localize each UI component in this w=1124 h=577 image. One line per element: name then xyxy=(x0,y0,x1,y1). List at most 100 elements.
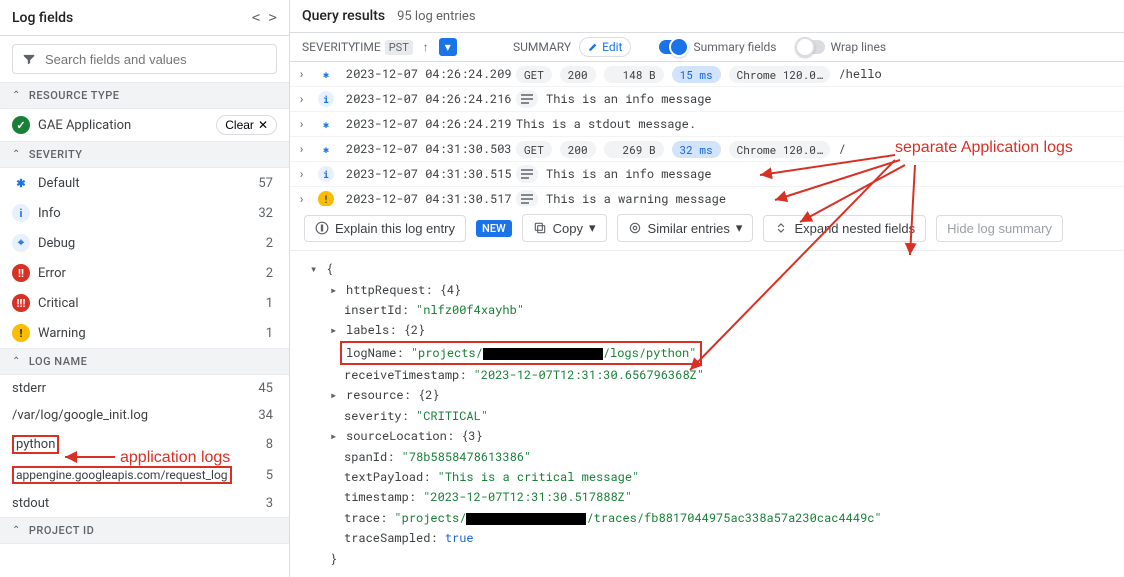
json-view: ▾{ ▸httpRequest: {4} insertId: "nlfz00f4… xyxy=(290,251,1124,577)
log-row[interactable]: ›i 2023-12-07 04:26:24.216 This is an info… xyxy=(290,87,1124,112)
similar-entries-button[interactable]: Similar entries ▾ xyxy=(617,214,754,242)
method-pill: GET xyxy=(516,66,552,83)
timezone-badge[interactable]: PST xyxy=(385,40,413,55)
resource-type-row[interactable]: ✓ GAE Application Clear✕ xyxy=(0,109,289,141)
expand-icon[interactable]: ▸ xyxy=(330,320,340,340)
page-title: Query results xyxy=(302,8,385,24)
expand-icon[interactable]: › xyxy=(298,66,318,82)
message-text: This is a warning message xyxy=(546,191,726,206)
summary: GET 200 148 B 15 ms Chrome 120.0… /hello xyxy=(516,66,1116,83)
summary: This is a stdout message. xyxy=(516,116,1116,132)
toggle-code-icon[interactable]: < > xyxy=(252,10,277,26)
expand-icon[interactable]: › xyxy=(298,191,318,206)
action-bar: Explain this log entry NEW Copy ▾ Simila… xyxy=(290,206,1124,251)
chevron-up-icon: ⌃ xyxy=(12,149,21,160)
col-time[interactable]: TIME PST ↑ ▾ xyxy=(353,38,513,56)
severity-default[interactable]: ✱Default 57 xyxy=(0,168,289,198)
size-pill: 269 B xyxy=(604,141,664,158)
copy-button[interactable]: Copy ▾ xyxy=(522,214,607,242)
summary: This is an info message xyxy=(516,90,1116,108)
text-icon xyxy=(516,190,538,206)
section-log-name[interactable]: ⌃ LOG NAME xyxy=(0,348,289,375)
logname-highlight: logName: "projects//logs/python" xyxy=(340,341,702,365)
edit-button[interactable]: Edit xyxy=(579,37,631,57)
expand-icon[interactable]: ▸ xyxy=(330,385,340,405)
severity-info[interactable]: iInfo 32 xyxy=(0,198,289,228)
timestamp: 2023-12-07 04:26:24.219 xyxy=(346,116,516,132)
expand-icon[interactable]: ▸ xyxy=(330,426,340,446)
severity-warning[interactable]: !Warning 1 xyxy=(0,318,289,348)
col-summary: SUMMARY xyxy=(513,40,571,54)
new-badge: NEW xyxy=(476,220,512,237)
explain-button[interactable]: Explain this log entry xyxy=(304,215,466,242)
critical-icon: !!! xyxy=(12,294,30,312)
timestamp: 2023-12-07 04:31:30.517 xyxy=(346,191,516,206)
log-row[interactable]: ›✱2023-12-07 04:26:24.219This is a stdou… xyxy=(290,112,1124,137)
expand-icon[interactable]: › xyxy=(298,166,318,182)
chevron-up-icon: ⌃ xyxy=(12,356,21,367)
check-icon: ✓ xyxy=(12,116,30,134)
info-icon: i xyxy=(318,166,334,182)
summary: This is a warning message xyxy=(516,190,1116,206)
size-pill: 148 B xyxy=(604,66,664,83)
clear-button[interactable]: Clear✕ xyxy=(216,115,277,135)
error-icon: !! xyxy=(12,264,30,282)
chevron-up-icon: ⌃ xyxy=(12,90,21,101)
log-row[interactable]: ›!2023-12-07 04:31:30.517This is a warni… xyxy=(290,187,1124,206)
timestamp: 2023-12-07 04:26:24.216 xyxy=(346,91,516,107)
debug-icon: ⌖ xyxy=(12,234,30,252)
log-row[interactable]: ›✱2023-12-07 04:26:24.209GET200148 B15 m… xyxy=(290,62,1124,87)
logname-google-init[interactable]: /var/log/google_init.log 34 xyxy=(0,402,289,429)
hide-log-summary-button[interactable]: Hide log summary xyxy=(936,215,1063,242)
latency-pill: 15 ms xyxy=(672,66,721,83)
path: / xyxy=(838,141,845,157)
info-icon: i xyxy=(12,204,30,222)
logname-stdout[interactable]: stdout 3 xyxy=(0,490,289,517)
warning-icon: ! xyxy=(12,324,30,342)
path: /hello xyxy=(838,66,881,82)
sort-asc-icon[interactable]: ↑ xyxy=(417,38,435,56)
log-row[interactable]: ›✱2023-12-07 04:31:30.503GET200269 B32 m… xyxy=(290,137,1124,162)
logname-request-log[interactable]: appengine.googleapis.com/request_log 5 xyxy=(0,460,289,490)
message-text: This is a stdout message. xyxy=(516,116,696,132)
col-severity[interactable]: SEVERITY xyxy=(298,40,353,54)
summary-fields-toggle[interactable]: Summary fields xyxy=(659,40,776,54)
search-input[interactable] xyxy=(12,44,277,74)
search-field[interactable] xyxy=(45,52,268,67)
method-pill: GET xyxy=(516,141,552,158)
message-text: This is an info message xyxy=(546,91,712,107)
info-icon: i xyxy=(318,91,334,107)
collapse-icon[interactable]: ▾ xyxy=(310,259,320,279)
expand-nested-button[interactable]: Expand nested fields xyxy=(763,215,926,242)
message-text: This is an info message xyxy=(546,166,712,182)
status-pill: 200 xyxy=(560,66,596,83)
section-resource-type[interactable]: ⌃ RESOURCE TYPE xyxy=(0,82,289,109)
timestamp: 2023-12-07 04:31:30.515 xyxy=(346,166,516,182)
severity-critical[interactable]: !!!Critical 1 xyxy=(0,288,289,318)
chevron-down-icon: ▾ xyxy=(736,220,743,236)
latency-pill: 32 ms xyxy=(672,141,721,158)
ua-pill: Chrome 120.0… xyxy=(729,66,831,83)
logname-stderr[interactable]: stderr 45 xyxy=(0,375,289,402)
severity-error[interactable]: !!Error 2 xyxy=(0,258,289,288)
section-project-id[interactable]: ⌃ PROJECT ID xyxy=(0,517,289,544)
chevron-down-icon: ▾ xyxy=(589,220,596,236)
text-icon xyxy=(516,90,538,108)
filter-icon xyxy=(21,51,37,67)
logname-python[interactable]: python 8 xyxy=(0,429,289,460)
timestamp: 2023-12-07 04:26:24.209 xyxy=(346,66,516,82)
timestamp: 2023-12-07 04:31:30.503 xyxy=(346,141,516,157)
default-icon: ✱ xyxy=(318,141,334,157)
sort-dropdown-icon[interactable]: ▾ xyxy=(439,38,457,56)
expand-icon[interactable]: › xyxy=(298,116,318,132)
default-icon: ✱ xyxy=(12,174,30,192)
expand-icon[interactable]: ▸ xyxy=(330,280,340,300)
section-severity[interactable]: ⌃ SEVERITY xyxy=(0,141,289,168)
expand-icon[interactable]: › xyxy=(298,141,318,157)
wrap-lines-toggle[interactable]: Wrap lines xyxy=(797,40,887,54)
expand-icon[interactable]: › xyxy=(298,91,318,107)
log-row[interactable]: ›i 2023-12-07 04:31:30.515 This is an info… xyxy=(290,162,1124,187)
chevron-up-icon: ⌃ xyxy=(12,525,21,536)
severity-debug[interactable]: ⌖Debug 2 xyxy=(0,228,289,258)
columns-header: SEVERITY TIME PST ↑ ▾ SUMMARY Edit Summa… xyxy=(290,33,1124,62)
